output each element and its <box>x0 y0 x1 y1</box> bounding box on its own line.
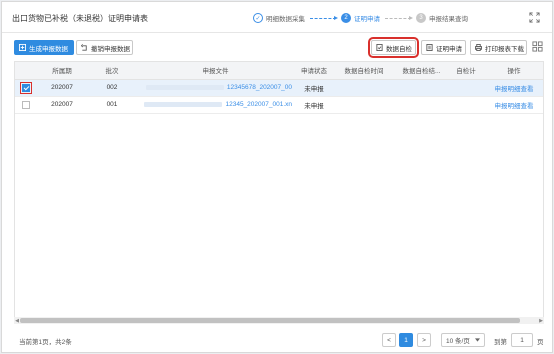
row-checkbox-highlight <box>20 81 32 94</box>
cell-check-time <box>334 79 394 97</box>
cell-check-result <box>394 96 449 114</box>
page-title: 出口货物已补税（未退税）证明申请表 <box>12 14 148 23</box>
step-3-number: 3 <box>416 13 426 23</box>
current-page-button[interactable]: 1 <box>399 333 413 347</box>
step-3[interactable]: 3 申报结果查询 <box>416 13 468 23</box>
select-all-column[interactable] <box>15 62 37 80</box>
table-row[interactable]: 202007 002 12345678_202007_00 未申报 申报明细查看 <box>15 79 543 97</box>
chevron-down-icon <box>475 338 480 342</box>
horizontal-scrollbar[interactable]: ◀ ▶ <box>14 317 544 324</box>
view-detail-link[interactable]: 申报明细查看 <box>495 86 534 93</box>
print-download-label: 打印报表下载 <box>485 45 524 53</box>
column-settings-icon[interactable] <box>532 41 543 52</box>
cell-status: 未申报 <box>294 79 334 97</box>
cell-check-time <box>334 96 394 114</box>
page-suffix-label: 页 <box>537 339 544 346</box>
toolbar: 生成申报数据 撤销申报数据 数据自检 证明申请 打印报表下载 <box>2 37 552 58</box>
step-2[interactable]: 2 证明申请 <box>341 13 380 23</box>
apply-certificate-button[interactable]: 证明申请 <box>421 40 466 55</box>
column-header-status: 申请状态 <box>294 62 334 80</box>
generate-icon <box>19 44 26 51</box>
cell-status: 未申报 <box>294 96 334 114</box>
cell-period: 202007 <box>37 79 87 97</box>
pagination-bar: 当前第1页，共2条 < 1 > 10 条/页 到第 1 页 <box>2 332 552 350</box>
page-header: 出口货物已补税（未退税）证明申请表 ✓ 明细数据采集 2 证明申请 3 申报结果… <box>2 2 552 33</box>
row-checkbox[interactable] <box>22 83 30 92</box>
file-path-redacted <box>144 101 223 107</box>
goto-page-input[interactable]: 1 <box>511 333 533 347</box>
self-check-label: 数据自检 <box>386 45 412 53</box>
file-name[interactable]: 12345_202007_001.xn <box>225 101 292 108</box>
revoke-data-label: 撤销申报数据 <box>91 45 130 53</box>
printer-icon <box>475 44 482 51</box>
row-checkbox-cell[interactable] <box>15 96 37 114</box>
prev-page-button[interactable]: < <box>382 333 396 347</box>
step-2-number: 2 <box>341 13 351 23</box>
self-check-button[interactable]: 数据自检 <box>368 37 419 58</box>
undo-icon <box>81 44 87 51</box>
generate-data-label: 生成申报数据 <box>29 45 68 53</box>
generate-data-button[interactable]: 生成申报数据 <box>14 40 74 55</box>
column-header-batch: 批次 <box>87 62 137 80</box>
table-header-row: 所属期 批次 申报文件 申请状态 数据自检时间 数据自检结... 自检计 操作 <box>15 62 543 80</box>
step-indicator: ✓ 明细数据采集 2 证明申请 3 申报结果查询 <box>253 12 468 24</box>
step-1-label: 明细数据采集 <box>266 16 305 23</box>
column-header-file: 申报文件 <box>137 62 294 80</box>
fullscreen-icon[interactable] <box>529 12 540 23</box>
step-1-check-icon: ✓ <box>253 13 263 23</box>
column-header-period: 所属期 <box>37 62 87 80</box>
table-row[interactable]: 202007 001 12345_202007_001.xn 未申报 申报明细查… <box>15 96 543 114</box>
column-header-check-result: 数据自检结... <box>394 62 449 80</box>
column-header-action: 操作 <box>483 62 543 80</box>
view-detail-link[interactable]: 申报明细查看 <box>495 103 534 110</box>
main-panel: 出口货物已补税（未退税）证明申请表 ✓ 明细数据采集 2 证明申请 3 申报结果… <box>1 1 553 353</box>
record-summary: 当前第1页，共2条 <box>19 339 72 346</box>
column-header-check-time: 数据自检时间 <box>334 62 394 80</box>
apply-certificate-label: 证明申请 <box>436 45 462 53</box>
step-3-label: 申报结果查询 <box>429 16 468 23</box>
column-header-check-count: 自检计 <box>449 62 483 80</box>
goto-label: 到第 <box>494 339 507 346</box>
cell-file[interactable]: 12345678_202007_00 <box>137 79 294 97</box>
step-arrow-2 <box>385 15 413 20</box>
cell-file[interactable]: 12345_202007_001.xn <box>137 96 294 114</box>
row-checkbox-cell[interactable] <box>15 79 37 97</box>
page-size-value: 10 条/页 <box>446 338 470 345</box>
scroll-right-icon[interactable]: ▶ <box>538 317 544 324</box>
revoke-data-button[interactable]: 撤销申报数据 <box>76 40 133 55</box>
form-icon <box>426 44 433 51</box>
cell-period: 202007 <box>37 96 87 114</box>
cell-check-result <box>394 79 449 97</box>
scrollbar-thumb[interactable] <box>20 318 520 323</box>
cell-action: 申报明细查看 <box>483 96 543 114</box>
cell-check-count <box>449 79 483 97</box>
row-checkbox[interactable] <box>22 100 30 109</box>
page-size-select[interactable]: 10 条/页 <box>441 333 485 347</box>
declaration-table: 所属期 批次 申报文件 申请状态 数据自检时间 数据自检结... 自检计 操作 <box>14 61 544 318</box>
document-check-icon <box>376 44 383 51</box>
step-1[interactable]: ✓ 明细数据采集 <box>253 13 305 23</box>
step-2-label: 证明申请 <box>354 16 380 23</box>
next-page-button[interactable]: > <box>417 333 431 347</box>
file-path-redacted <box>145 84 224 90</box>
cell-batch: 002 <box>87 79 137 97</box>
cell-check-count <box>449 96 483 114</box>
step-arrow-1 <box>310 15 338 20</box>
print-download-button[interactable]: 打印报表下载 <box>470 40 527 55</box>
cell-batch: 001 <box>87 96 137 114</box>
file-name[interactable]: 12345678_202007_00 <box>227 84 292 91</box>
cell-action: 申报明细查看 <box>483 79 543 97</box>
